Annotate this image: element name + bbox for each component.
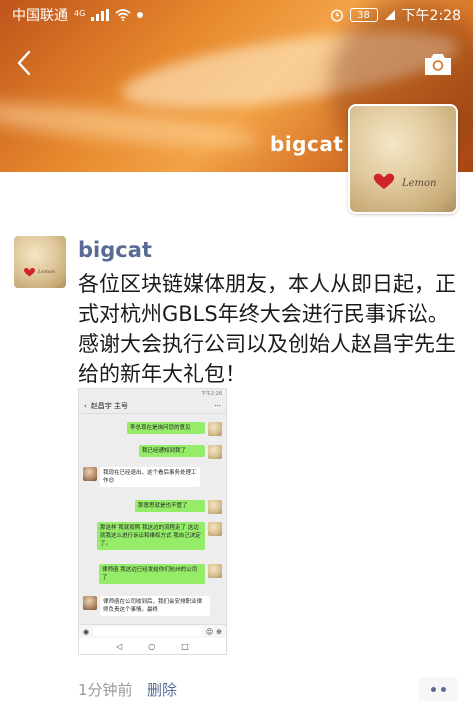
back-button[interactable] bbox=[12, 46, 42, 80]
signal-icon bbox=[91, 9, 110, 21]
wifi-icon bbox=[115, 9, 131, 21]
chat-avatar bbox=[208, 522, 222, 536]
chat-avatar bbox=[208, 500, 222, 514]
shot-plus-icon: ⊕ bbox=[216, 627, 222, 636]
more-dots-icon bbox=[440, 686, 446, 692]
more-button[interactable] bbox=[418, 677, 458, 701]
chat-message: 律师函在公司收到后，我们会安排职业律师负责这个事情。最终 bbox=[83, 596, 210, 616]
cover-user-name: bigcat bbox=[270, 132, 344, 156]
chat-bubble: 李总现在是询问您的意见 bbox=[127, 422, 205, 434]
more-dots-icon bbox=[430, 686, 436, 692]
post-author-avatar[interactable]: Lemon bbox=[14, 236, 66, 288]
chat-bubble: 那意思就是也不管了 bbox=[135, 500, 205, 512]
chat-avatar bbox=[208, 564, 222, 578]
shot-more-icon: ··· bbox=[214, 401, 221, 410]
chevron-left-icon bbox=[17, 50, 31, 76]
shot-voice-icon: ◉ bbox=[83, 627, 90, 636]
post-time: 1分钟前 bbox=[78, 681, 133, 699]
shot-input-bar: ◉ ☺ ⊕ bbox=[79, 624, 226, 638]
shot-nav-back-icon: ◁ bbox=[116, 642, 123, 651]
profile-avatar[interactable]: Lemon bbox=[348, 104, 458, 214]
shot-chat-body: 李总现在是询问您的意见 我已经通知到我了 我现在已经退出，这个看后事务处理工作😊… bbox=[79, 414, 226, 624]
shot-status-bar: 下午2:26 bbox=[79, 389, 226, 398]
shot-chat-title: 赵昌宇 主号 bbox=[90, 401, 129, 410]
delete-button[interactable]: 删除 bbox=[147, 679, 177, 700]
network-type: 4G bbox=[74, 9, 86, 18]
alarm-icon bbox=[330, 9, 343, 22]
avatar-lemon-text: Lemon bbox=[402, 178, 437, 189]
notification-dot-icon bbox=[137, 12, 144, 18]
chat-bubble: 那这样 我就按照 我这边的流程走了 这边就我这么进行诉讼和维权方式 我自己决定了… bbox=[97, 522, 205, 550]
post-author-name[interactable]: bigcat bbox=[78, 238, 152, 262]
chat-message: 我已经通知到我了 bbox=[139, 445, 222, 459]
chat-avatar bbox=[208, 445, 222, 459]
chat-bubble: 律师函 我这边已经发给你们杭州的公司了 bbox=[99, 564, 205, 584]
chat-message: 那这样 我就按照 我这边的流程走了 这边就我这么进行诉讼和维权方式 我自己决定了… bbox=[97, 522, 222, 550]
clock: 下午2:28 bbox=[401, 8, 461, 24]
carrier-name: 中国联通 bbox=[12, 8, 68, 24]
chat-bubble: 我已经通知到我了 bbox=[139, 445, 205, 457]
chat-bubble: 律师函在公司收到后，我们会安排职业律师负责这个事情。最终 bbox=[100, 596, 210, 616]
avatar-lemon-text: Lemon bbox=[38, 269, 56, 275]
post-image[interactable]: 下午2:26 ‹ 赵昌宇 主号 ··· 李总现在是询问您的意见 我已经通知到我了… bbox=[78, 388, 227, 655]
heart-icon bbox=[373, 173, 395, 189]
battery-level: 38 bbox=[357, 9, 370, 21]
chat-avatar bbox=[208, 422, 222, 436]
chat-message: 李总现在是询问您的意见 bbox=[127, 422, 222, 436]
heart-icon bbox=[23, 267, 36, 277]
battery-indicator: 38 bbox=[349, 8, 378, 22]
chat-message: 律师函 我这边已经发给你们杭州的公司了 bbox=[99, 564, 222, 584]
chat-avatar bbox=[83, 467, 97, 481]
camera-button[interactable] bbox=[422, 50, 454, 78]
shot-back-icon: ‹ bbox=[84, 401, 87, 410]
camera-icon bbox=[425, 54, 451, 75]
chat-message: 那意思就是也不管了 bbox=[135, 500, 222, 514]
post-text: 各位区块链媒体朋友，本人从即日起，正式对杭州GBLS年终大会进行民事诉讼。感谢大… bbox=[78, 272, 456, 386]
shot-chat-header: ‹ 赵昌宇 主号 ··· bbox=[79, 398, 226, 414]
shot-nav-bar: ◁ ○ □ bbox=[79, 638, 226, 654]
chat-bubble: 我现在已经退出，这个看后事务处理工作😊 bbox=[100, 467, 200, 487]
status-bar: 中国联通 4G 38 下午2:28 bbox=[0, 0, 473, 30]
cellular-data-icon bbox=[384, 10, 395, 20]
shot-emoji-icon: ☺ bbox=[205, 627, 214, 636]
shot-nav-recent-icon: □ bbox=[181, 642, 189, 651]
chat-message: 我现在已经退出，这个看后事务处理工作😊 bbox=[83, 467, 200, 487]
shot-input-box bbox=[93, 627, 202, 636]
chat-avatar bbox=[83, 596, 97, 610]
shot-nav-home-icon: ○ bbox=[148, 642, 156, 651]
shot-status-time: 下午2:26 bbox=[200, 391, 222, 397]
